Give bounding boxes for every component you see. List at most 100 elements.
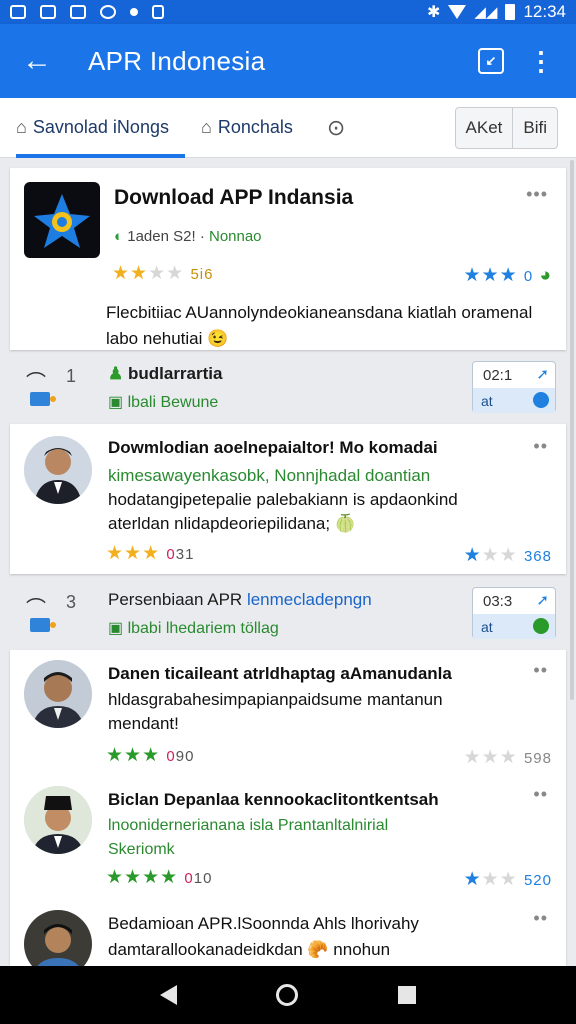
app-card[interactable]: Download APP Indansia ••• ◐ 1aden S2! · … (10, 168, 566, 350)
review-line: hldasgrabahesimpapianpaidsume mantanun (108, 690, 443, 709)
app-rating-right: ★★★ 0 ◕ (463, 265, 552, 286)
review-rating-right: ★★★ 368 (463, 545, 552, 566)
scrollbar[interactable] (570, 160, 574, 700)
section-num: 1 (66, 366, 77, 386)
page-title: APR Indonesia (88, 45, 266, 76)
section-header-1: ⌒ 1 ♟ budlarrartia ▣ lbali Bewune 02:1 a… (10, 358, 566, 418)
review-body: kimesawayenkasobk, Nonnjhadal doantian h… (108, 464, 538, 536)
meta-sep: · (199, 228, 205, 245)
feed: Download APP Indansia ••• ◐ 1aden S2! · … (0, 158, 576, 966)
review-body: hldasgrabahesimpapianpaidsume mantanun m… (108, 688, 538, 736)
leaf-icon: ◕ (539, 265, 552, 286)
bell-icon: ⌂ (200, 117, 212, 137)
nav-recents-icon[interactable] (398, 986, 417, 1004)
app-description: Flecbitiiac AUannolyndeokianeansdana kia… (106, 303, 533, 348)
badge: 0 (184, 870, 194, 887)
status-bar: ✱ ◢◢ 12:34 (0, 0, 576, 24)
review-line: Skeriomk (108, 841, 175, 858)
back-arrow-icon[interactable]: ← (0, 24, 74, 98)
more-horiz-icon[interactable]: •• (533, 908, 548, 929)
calendar-button-icon[interactable]: ↙ (478, 48, 504, 74)
app-bar: ← APR Indonesia ↙ ⋮ (0, 24, 576, 98)
avatar (24, 910, 92, 966)
more-horiz-icon[interactable]: •• (533, 436, 548, 457)
rating-text: 5i6 (190, 266, 214, 283)
review-title: Danen ticaileant atrldhaptag aAmanudanla (108, 664, 452, 683)
tab-downloads[interactable]: ⌂ Savnolad iNongs (0, 98, 185, 158)
review-line: aterldan nlidapdeoriepilidana; 🍈 (108, 514, 357, 533)
review-line: damtarallookanadeidkdan 🥐 nnohun (108, 940, 391, 959)
section-title: Persenbiaan APR lenmecladepngn (108, 590, 372, 609)
chat-badge-icon (30, 618, 56, 632)
avatar (24, 660, 92, 728)
system-nav-bar (0, 966, 576, 1024)
battery-icon (505, 4, 516, 20)
chat-badge-icon (30, 392, 56, 406)
review-rating: ★★★ 031 (106, 543, 195, 564)
avatar (24, 436, 92, 504)
rating-right-text: 0 (523, 268, 534, 285)
calendar-icon (40, 5, 56, 19)
nav-back-icon[interactable] (159, 985, 177, 1005)
segment-control: AKet Bifi (454, 106, 558, 149)
time-box[interactable]: 02:1 at ➚ (472, 361, 556, 413)
chat-icon (100, 5, 116, 19)
tab-bar: ⌂ Savnolad iNongs ⌂ Ronchals ⊙ AKet Bifi (0, 98, 576, 158)
review-rating: ★★★ 090 (106, 745, 195, 766)
arrow-icon: ➚ (536, 592, 549, 609)
more-vert-icon[interactable]: ⋮ (528, 48, 554, 74)
badge: 0 (166, 748, 176, 765)
link-icon: ⌒ (26, 598, 46, 620)
review-line: kimesawayenkasobk, Nonnjhadal doantian (108, 466, 431, 485)
more-horiz-icon[interactable]: •• (533, 784, 548, 805)
review-title: Dowmlodian aoelnepaialtor! Mo komadai (108, 438, 438, 457)
clock: 12:34 (523, 2, 566, 21)
bag-icon: ⌂ (16, 117, 27, 137)
bluetooth-icon: ✱ (426, 4, 441, 21)
badge-text: 31 (175, 546, 195, 563)
badge: 0 (166, 546, 176, 563)
app-rating: ★★★★ 5i6 (112, 263, 214, 284)
review-list-card: •• Danen ticaileant atrldhaptag aAmanuda… (10, 650, 566, 966)
wifi-icon (448, 5, 467, 19)
mail-icon (10, 5, 26, 19)
tab-ronchals[interactable]: ⌂ Ronchals (185, 98, 309, 158)
link-icon: ⌒ (26, 372, 46, 394)
meta-b: S2! (173, 228, 196, 245)
tab-label: Savnolad iNongs (32, 117, 169, 137)
location-pin-icon[interactable]: ⊙ (327, 115, 345, 141)
meta-c: Nonnao (208, 228, 262, 245)
notification-dot (130, 8, 138, 16)
verified-icon: ◐ (114, 228, 124, 245)
rating-right-text: 598 (523, 750, 552, 767)
review-rating-right: ★★★ 520 (463, 869, 552, 890)
review-title: Bedamioan APR.lSoonnda Ahls lhorivahy (108, 914, 419, 933)
clipboard-icon (152, 5, 164, 19)
review-body: lnoonidernerianana isla Prantanltalniria… (108, 814, 538, 862)
segment-right[interactable]: Bifi (512, 107, 557, 148)
image-icon (70, 5, 86, 19)
review-card-1[interactable]: •• Dowmlodian aoelnepaialtor! Mo komadai… (10, 424, 566, 574)
section-sub: ▣ lbabi lhedariem töllag (108, 620, 279, 637)
clock-icon (533, 392, 549, 408)
review-rating: ★★★★ 010 (106, 867, 213, 888)
review-line: hodatangipetepalie palebakiann is apdaon… (108, 490, 458, 509)
badge-text: 90 (175, 748, 195, 765)
review-line: mendant! (108, 714, 179, 733)
rating-right-text: 520 (523, 872, 552, 889)
segment-left[interactable]: AKet (456, 108, 513, 148)
arrow-icon: ➚ (536, 366, 549, 383)
rating-right-text: 368 (523, 548, 552, 565)
review-rating-right: ★★★ 598 (463, 747, 552, 768)
section-header-2: ⌒ 3 Persenbiaan APR lenmecladepngn ▣ lba… (10, 584, 566, 644)
avatar (24, 786, 92, 854)
app-title: Download APP Indansia (114, 186, 354, 209)
app-logo-icon (24, 182, 100, 258)
time-box[interactable]: 03:3 at ➚ (472, 587, 556, 639)
nav-home-icon[interactable] (276, 984, 299, 1006)
more-horiz-icon[interactable]: ••• (526, 184, 548, 205)
review-line: lnoonidernerianana isla Prantanltalniria… (108, 817, 389, 834)
meta-a: 1aden (127, 228, 169, 245)
section-title: ♟ budlarrartia (108, 364, 223, 383)
more-horiz-icon[interactable]: •• (533, 660, 548, 681)
